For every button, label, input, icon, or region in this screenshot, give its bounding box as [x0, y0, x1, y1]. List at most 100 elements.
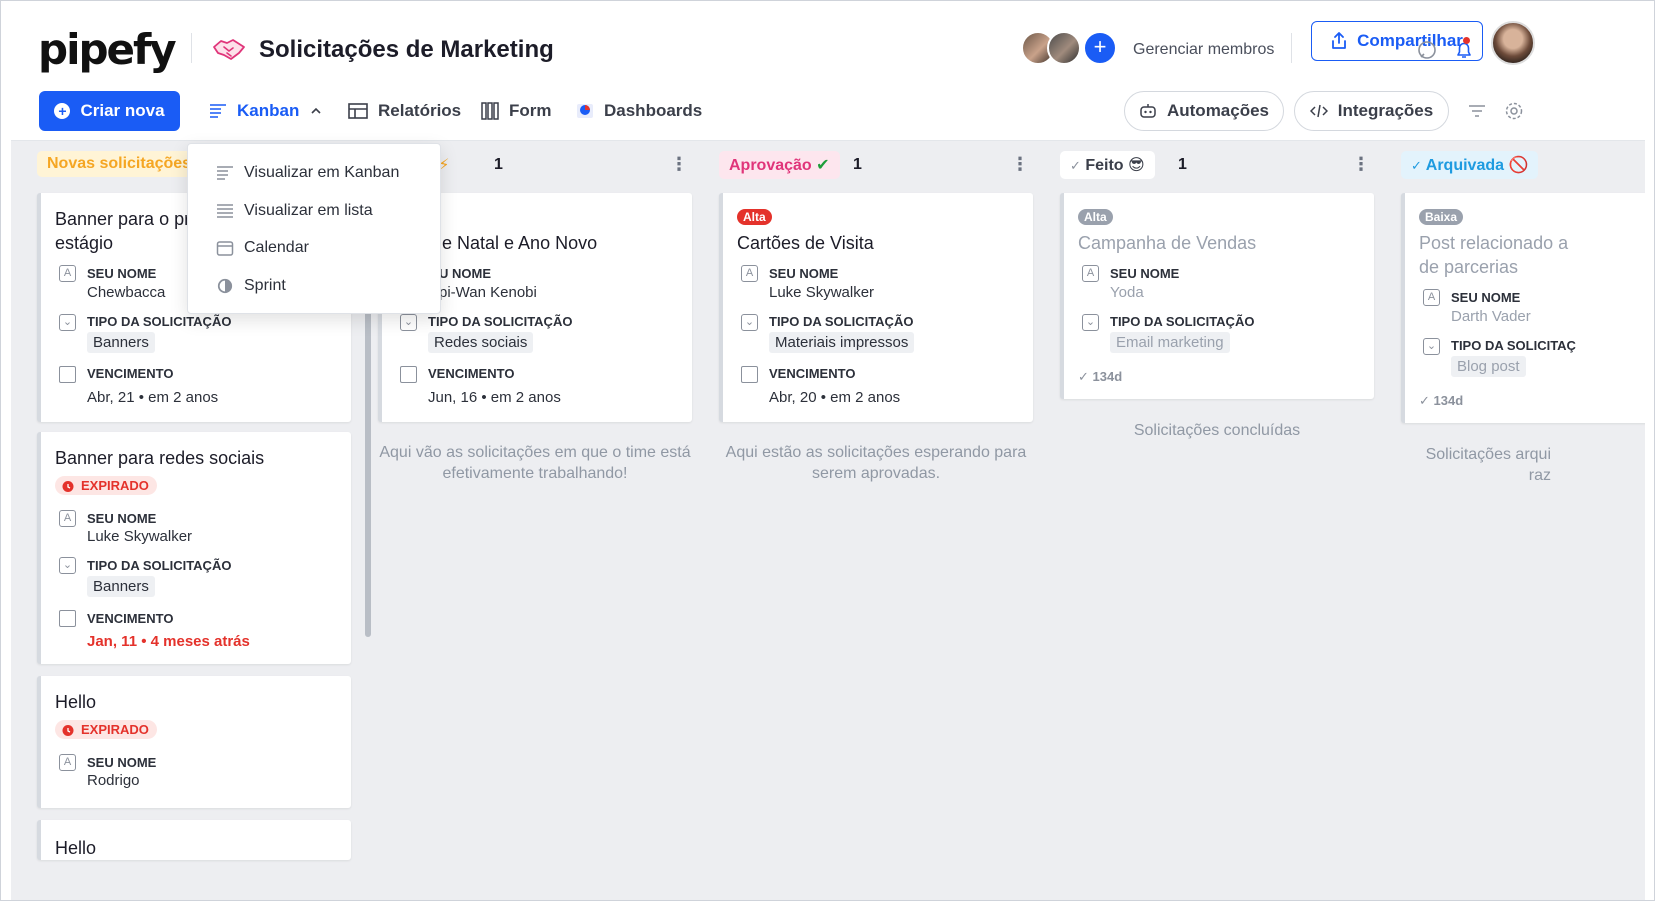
phase-count: 1 [853, 156, 862, 173]
card[interactable]: Hello [37, 820, 351, 860]
handshake-icon [213, 39, 245, 60]
field-chip: Blog post [1451, 356, 1526, 377]
view-dropdown-menu: Visualizar em Kanban Visualizar em lista… [187, 143, 441, 314]
app-frame: pipefy Solicitações de Marketing + Geren… [0, 0, 1655, 901]
phase-description: Solicitações concluídas [1133, 422, 1301, 439]
member-avatar[interactable] [1047, 31, 1081, 65]
field-value: Luke Skywalker [769, 284, 875, 301]
manage-members-link[interactable]: Gerenciar membros [1133, 41, 1274, 59]
card[interactable]: Baixa Post relacionado a de parcerias A S… [1401, 193, 1645, 423]
text-field-icon: A [59, 510, 76, 527]
integrations-label: Integrações [1337, 101, 1434, 120]
field-label: VENCIMENTO [769, 366, 856, 381]
field-label: SEU NOME [87, 755, 157, 770]
filter-icon[interactable] [1467, 103, 1487, 119]
header-divider [1291, 33, 1292, 63]
card-title: Hello [55, 838, 97, 858]
create-new-label: Criar nova [80, 101, 165, 120]
plus-icon: + [54, 103, 71, 119]
more-vertical-icon[interactable]: ⋮ [1011, 153, 1029, 175]
field-label: VENCIMENTO [87, 611, 174, 626]
tab-form[interactable]: Form [481, 101, 552, 121]
share-icon [1332, 32, 1346, 49]
pipe-title: Solicitações de Marketing [259, 36, 554, 63]
card[interactable]: Alta Campanha de Vendas A SEU NOME Yoda … [1060, 193, 1374, 399]
due-date-overdue: Jan, 11 • 4 meses atrás [87, 633, 250, 650]
menu-item-kanban-view[interactable]: Visualizar em Kanban [216, 164, 399, 182]
field-label: U NOME [439, 266, 491, 281]
phase-name[interactable]: ✓ Arquivada 🚫 [1401, 151, 1539, 179]
phase-name[interactable]: Novas solicitações [37, 151, 202, 177]
automations-label: Automações [1166, 101, 1270, 120]
pipefy-logo[interactable]: pipefy [38, 25, 177, 74]
more-vertical-icon[interactable]: ⋮ [670, 153, 688, 175]
user-avatar[interactable] [1491, 21, 1535, 65]
create-new-button[interactable]: + Criar nova [39, 91, 180, 131]
tab-reports[interactable]: Relatórios [348, 101, 461, 121]
field-value: Abr, 20 • em 2 anos [769, 389, 901, 406]
alarm-icon [62, 480, 74, 492]
calendar-icon [400, 366, 417, 383]
card-title: Campanha de Vendas [1078, 233, 1257, 253]
member-avatars[interactable]: + [1021, 31, 1117, 65]
priority-tag: Alta [737, 209, 772, 225]
phase-description: Aqui vão as solicitações em que o time e… [379, 444, 691, 482]
tab-form-label: Form [509, 101, 552, 120]
card-title: Cartões de Visita [737, 233, 874, 253]
phase-column: Aprovação ✔ 1 ⋮ Alta Cartões de Visita A… [719, 141, 1049, 900]
phase-name[interactable]: ✓ Feito 😎 [1060, 151, 1155, 179]
share-label: Compartilhar [1357, 31, 1463, 50]
notification-dot [1463, 37, 1470, 44]
phase-name[interactable]: Aprovação ✔ [719, 151, 840, 179]
add-member-button[interactable]: + [1083, 31, 1117, 65]
tab-dashboards-label: Dashboards [604, 101, 703, 120]
kanban-icon [217, 166, 233, 180]
menu-item-calendar[interactable]: Calendar [216, 239, 309, 257]
sprint-icon [217, 278, 233, 294]
card[interactable]: Banner para redes sociais EXPIRADO A SEU… [37, 432, 351, 664]
select-field-icon: ⌄ [59, 314, 76, 331]
tab-dashboards[interactable]: Dashboards [576, 101, 702, 121]
integrations-button[interactable]: Integrações [1294, 91, 1449, 131]
done-duration: ✓ 134d [1419, 393, 1464, 408]
field-value: pi-Wan Kenobi [439, 284, 537, 301]
field-label: SEU NOME [87, 266, 157, 281]
help-icon[interactable] [1416, 39, 1438, 61]
field-label: VENCIMENTO [428, 366, 515, 381]
kanban-icon [210, 104, 226, 118]
field-label: VENCIMENTO [87, 366, 174, 381]
app-header: pipefy Solicitações de Marketing + Geren… [11, 11, 1645, 143]
card-title: Hello [55, 692, 97, 712]
menu-item-list-view[interactable]: Visualizar em lista [216, 202, 373, 220]
select-field-icon: ⌄ [59, 557, 76, 574]
field-value: Chewbacca [87, 284, 166, 301]
field-label: TIPO DA SOLICITAÇÃO [1110, 314, 1255, 329]
chevron-up-icon [311, 107, 321, 114]
table-icon [348, 103, 368, 119]
card-title: Banner para o pr estágio [55, 209, 191, 253]
dashboard-icon [577, 104, 593, 118]
field-label: TIPO DA SOLICITAÇÃO [87, 558, 232, 573]
card[interactable]: Hello EXPIRADO A SEU NOME Rodrigo [37, 676, 351, 808]
field-value: Luke Skywalker [87, 528, 193, 545]
field-chip: Email marketing [1110, 332, 1230, 353]
more-vertical-icon[interactable]: ⋮ [1352, 153, 1370, 175]
phase-description: Aqui estão as solicitações esperando par… [725, 444, 1027, 482]
card[interactable]: Alta Cartões de Visita A SEU NOME Luke S… [719, 193, 1033, 422]
field-label: SEU NOME [1451, 290, 1521, 305]
text-field-icon: A [59, 754, 76, 771]
field-label: TIPO DA SOLICITAÇ [1451, 338, 1576, 353]
phase-header: ✓ Feito 😎 1 ⋮ [1060, 151, 1380, 179]
tab-kanban[interactable]: Kanban [209, 101, 323, 121]
field-value: Jun, 16 • em 2 anos [428, 389, 561, 406]
phase-column: ✓ Feito 😎 1 ⋮ Alta Campanha de Vendas A … [1060, 141, 1390, 900]
expired-badge: EXPIRADO [55, 476, 157, 495]
field-value: Abr, 21 • em 2 anos [87, 389, 219, 406]
field-value: Rodrigo [87, 772, 140, 789]
field-value: Darth Vader [1451, 308, 1531, 325]
menu-item-sprint[interactable]: Sprint [216, 277, 286, 295]
phase-column: ✓ Arquivada 🚫 Baixa Post relacionado a de… [1401, 141, 1645, 900]
form-icon [481, 102, 499, 120]
gear-icon[interactable] [1504, 101, 1524, 121]
automations-button[interactable]: Automações [1124, 91, 1284, 131]
